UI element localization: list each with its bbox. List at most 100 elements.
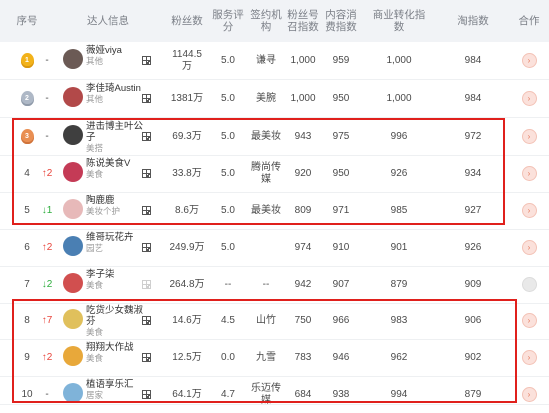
avatar[interactable] (63, 87, 83, 107)
avatar[interactable] (63, 273, 83, 293)
agency: 最美妆 (251, 204, 281, 216)
avatar[interactable] (63, 125, 83, 145)
taobao-index: 984 (464, 54, 482, 66)
chevron-right-icon: › (527, 93, 531, 103)
chevron-right-icon: › (527, 168, 531, 178)
fans-count: 14.6万 (172, 314, 202, 326)
avatar[interactable] (63, 346, 83, 366)
header-commerce-index: 商业转化指数 (372, 9, 426, 33)
fans-index: 783 (294, 351, 312, 363)
qr-code-icon[interactable] (142, 169, 151, 178)
influencer-info[interactable]: 李子柒 美食 (86, 269, 144, 291)
coop-button[interactable]: › (521, 129, 537, 144)
influencer-name: 维哥玩花卉 (86, 232, 134, 243)
agency: 谦寻 (256, 54, 276, 66)
chevron-right-icon: › (527, 389, 531, 399)
commerce-index: 901 (390, 241, 408, 253)
table-row[interactable]: 5 ↓1 陶鹿鹿 美妆个护 8.6万 5.0 最美妆 809 971 985 927 › (0, 192, 549, 230)
qr-code-icon[interactable] (142, 56, 151, 65)
qr-code-icon[interactable] (142, 353, 151, 362)
influencer-info[interactable]: 李佳琦Austin 其他 (86, 83, 144, 105)
qr-code-icon[interactable] (142, 243, 151, 252)
header-trend (40, 0, 54, 42)
qr-code-icon[interactable] (142, 94, 151, 103)
content-index: 966 (332, 314, 350, 326)
agency: 美腕 (256, 92, 276, 104)
avatar[interactable] (63, 383, 83, 403)
fans-index: 684 (294, 388, 312, 400)
fans-index: 1,000 (290, 54, 316, 66)
qr-code-icon[interactable] (142, 316, 151, 325)
fans-index: 974 (294, 241, 312, 253)
rank-change: - (45, 54, 49, 66)
service-score: 5.0 (221, 204, 235, 216)
commerce-index: 1,000 (386, 92, 412, 104)
header-agency: 签约机构 (250, 9, 282, 33)
coop-button[interactable]: › (521, 313, 537, 328)
fans-count: 249.9万 (169, 241, 205, 253)
service-score: 0.0 (221, 351, 235, 363)
coop-button[interactable]: › (521, 53, 537, 68)
taobao-index: 934 (464, 167, 482, 179)
content-index: 971 (332, 204, 350, 216)
influencer-info[interactable]: 翔翔大作战 美食 (86, 342, 144, 364)
service-score: 5.0 (221, 167, 235, 179)
service-score: 5.0 (221, 54, 235, 66)
taobao-index: 906 (464, 314, 482, 326)
table-row[interactable]: 9 ↑2 翔翔大作战 美食 12.5万 0.0 九雪 783 946 962 902 › (0, 339, 549, 377)
avatar[interactable] (63, 162, 83, 182)
influencer-info[interactable]: 吃货少女魏淑芬 美食 (86, 305, 144, 338)
table-row[interactable]: 1- 薇娅viya 其他 1144.5万 5.0 谦寻 1,000 959 1,000 984 › (0, 42, 549, 80)
table-row[interactable]: 3- 进击博主叶公子 美搭 69.3万 5.0 最美妆 943 975 996 972 › (0, 118, 549, 156)
table-row[interactable]: 4 ↑2 陈说美食V 美食 33.8万 5.0 腾尚传媒 920 950 926 934 › (0, 155, 549, 193)
rank-change: ↑7 (41, 314, 53, 326)
qr-code-icon[interactable] (142, 390, 151, 399)
content-index: 950 (332, 92, 350, 104)
rank-cell: 8 (24, 314, 30, 326)
service-score: 4.5 (221, 314, 235, 326)
chevron-right-icon: › (527, 55, 531, 65)
influencer-info[interactable]: 陈说美食V 美食 (86, 158, 144, 180)
avatar[interactable] (63, 199, 83, 219)
table-row[interactable]: 2- 李佳琦Austin 其他 1381万 5.0 美腕 1,000 950 1,000 984 › (0, 80, 549, 118)
table-row[interactable]: 10- 植语享乐汇 居家 64.1万 4.7 乐迈传媒 684 938 994 879 › (0, 376, 549, 406)
coop-button[interactable]: › (521, 240, 537, 255)
avatar[interactable] (63, 49, 83, 69)
coop-cell: › (520, 229, 538, 266)
influencer-info[interactable]: 薇娅viya 其他 (86, 45, 144, 67)
header-influencer: 达人信息 (87, 15, 129, 27)
service-score: 5.0 (221, 92, 235, 104)
coop-button[interactable]: › (521, 387, 537, 402)
coop-button[interactable]: › (521, 277, 537, 292)
taobao-index: 909 (464, 278, 482, 290)
influencer-name: 李佳琦Austin (86, 83, 141, 94)
coop-button[interactable]: › (521, 203, 537, 218)
influencer-info[interactable]: 陶鹿鹿 美妆个护 (86, 195, 144, 217)
agency: 腾尚传媒 (251, 161, 281, 185)
coop-button[interactable]: › (521, 91, 537, 106)
influencer-info[interactable]: 维哥玩花卉 园艺 (86, 232, 144, 254)
header-content-index: 内容消费指数 (325, 9, 357, 33)
table-row[interactable]: 8 ↑7 吃货少女魏淑芬 美食 14.6万 4.5 山竹 750 966 983 906 › (0, 302, 549, 340)
fans-index: 1,000 (290, 92, 316, 104)
avatar[interactable] (63, 236, 83, 256)
influencer-category: 美食 (86, 169, 104, 179)
commerce-index: 1,000 (386, 54, 412, 66)
coop-button[interactable]: › (521, 350, 537, 365)
agency (250, 229, 282, 266)
rank-cell: 5 (24, 204, 30, 216)
commerce-index: 994 (390, 388, 408, 400)
fans-count: 33.8万 (172, 167, 202, 179)
qr-code-icon[interactable] (142, 280, 151, 289)
influencer-ranking-table: 序号 达人信息 粉丝数 服务评分 签约机构 粉丝号召指数 内容消费指数 商业转化… (0, 0, 549, 406)
table-row[interactable]: 7 ↓2 李子柒 美食 264.8万 -- -- 942 907 879 909 › (0, 266, 549, 304)
table-row[interactable]: 6 ↑2 维哥玩花卉 园艺 249.9万 5.0 974 910 901 926 › (0, 229, 549, 267)
qr-code-icon[interactable] (142, 206, 151, 215)
rank-cell: 1 (14, 42, 40, 79)
coop-button[interactable]: › (521, 166, 537, 181)
influencer-info[interactable]: 植语享乐汇 居家 (86, 379, 144, 401)
influencer-info[interactable]: 进击博主叶公子 美搭 (86, 121, 144, 154)
qr-code-icon[interactable] (142, 132, 151, 141)
avatar[interactable] (63, 309, 83, 329)
coop-cell: › (520, 302, 538, 339)
